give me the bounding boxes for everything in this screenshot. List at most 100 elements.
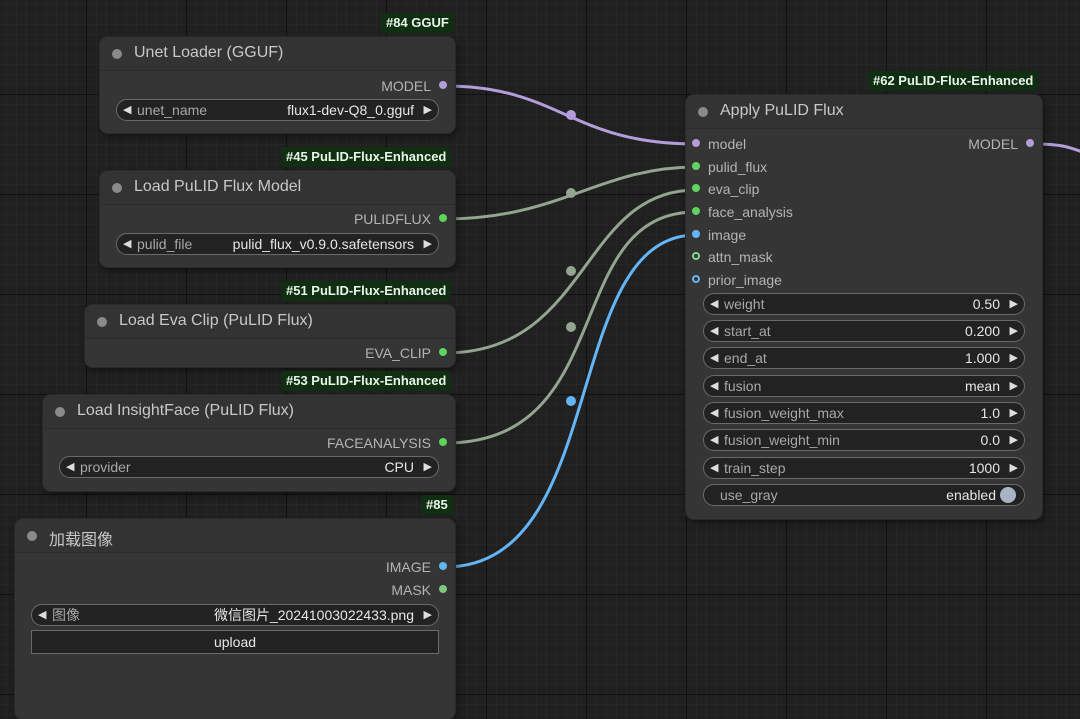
input-image[interactable]: image [692, 225, 746, 245]
node-header[interactable]: 加载图像 [15, 519, 455, 553]
collapse-dot-icon[interactable] [55, 407, 65, 417]
widget-label: 图像 [52, 607, 80, 623]
collapse-dot-icon[interactable] [97, 317, 107, 327]
right-arrow-icon[interactable]: ▶ [424, 457, 432, 477]
right-arrow-icon[interactable]: ▶ [1010, 376, 1018, 396]
node-id-badge: #45 PuLID-Flux-Enhanced [281, 147, 452, 167]
output-pulidflux[interactable]: PULIDFLUX [354, 209, 447, 229]
fusion-weight-max-widget[interactable]: ◀ fusion_weight_max 1.0 ▶ [703, 402, 1025, 424]
collapse-dot-icon[interactable] [112, 183, 122, 193]
output-faceanalysis[interactable]: FACEANALYSIS [327, 433, 447, 453]
right-arrow-icon[interactable]: ▶ [424, 100, 432, 120]
load-insightface-node[interactable]: Load InsightFace (PuLID Flux) FACEANALYS… [43, 395, 455, 491]
unet-loader-node[interactable]: Unet Loader (GGUF) MODEL ◀ unet_name flu… [100, 37, 455, 133]
apply-pulid-flux-node[interactable]: Apply PuLID Flux MODEL model pulid_flux … [686, 95, 1042, 519]
input-model[interactable]: model [692, 134, 746, 154]
provider-combo[interactable]: ◀ provider CPU ▶ [59, 456, 439, 478]
input-attn-mask[interactable]: attn_mask [692, 247, 773, 267]
widget-label: fusion [724, 378, 762, 394]
link-midpoint-image[interactable] [566, 396, 576, 406]
node-header[interactable]: Load PuLID Flux Model [100, 171, 455, 205]
link-midpoint-faceanalysis[interactable] [566, 322, 576, 332]
left-arrow-icon[interactable]: ◀ [38, 605, 46, 625]
right-arrow-icon[interactable]: ▶ [424, 605, 432, 625]
left-arrow-icon[interactable]: ◀ [123, 234, 131, 254]
left-arrow-icon[interactable]: ◀ [710, 321, 718, 341]
left-arrow-icon[interactable]: ◀ [123, 100, 131, 120]
output-model[interactable]: MODEL [381, 76, 447, 96]
left-arrow-icon[interactable]: ◀ [710, 348, 718, 368]
output-label: IMAGE [385, 559, 431, 575]
output-mask[interactable]: MASK [391, 580, 447, 600]
input-socket-icon[interactable] [692, 162, 700, 170]
output-socket-icon[interactable] [439, 81, 447, 89]
output-label: EVA_CLIP [365, 345, 431, 361]
use-gray-toggle[interactable]: use_gray enabled [703, 484, 1025, 506]
right-arrow-icon[interactable]: ▶ [1010, 403, 1018, 423]
load-pulid-flux-model-node[interactable]: Load PuLID Flux Model PULIDFLUX ◀ pulid_… [100, 171, 455, 267]
output-socket-icon[interactable] [439, 348, 447, 356]
fusion-combo[interactable]: ◀ fusion mean ▶ [703, 375, 1025, 397]
end-at-widget[interactable]: ◀ end_at 1.000 ▶ [703, 347, 1025, 369]
collapse-dot-icon[interactable] [112, 49, 122, 59]
widget-label: train_step [724, 460, 786, 476]
input-pulid-flux[interactable]: pulid_flux [692, 157, 767, 177]
collapse-dot-icon[interactable] [698, 107, 708, 117]
right-arrow-icon[interactable]: ▶ [424, 234, 432, 254]
output-socket-icon[interactable] [439, 585, 447, 593]
input-socket-icon[interactable] [692, 275, 700, 283]
output-label: FACEANALYSIS [326, 435, 431, 451]
left-arrow-icon[interactable]: ◀ [710, 376, 718, 396]
node-header[interactable]: Load InsightFace (PuLID Flux) [43, 395, 455, 429]
link-midpoint-pulidflux[interactable] [566, 188, 576, 198]
fusion-weight-min-widget[interactable]: ◀ fusion_weight_min 0.0 ▶ [703, 429, 1025, 451]
right-arrow-icon[interactable]: ▶ [1010, 348, 1018, 368]
right-arrow-icon[interactable]: ▶ [1010, 458, 1018, 478]
node-header[interactable]: Apply PuLID Flux [686, 95, 1042, 129]
left-arrow-icon[interactable]: ◀ [66, 457, 74, 477]
output-socket-icon[interactable] [1026, 139, 1034, 147]
input-socket-icon[interactable] [692, 230, 700, 238]
start-at-widget[interactable]: ◀ start_at 0.200 ▶ [703, 320, 1025, 342]
right-arrow-icon[interactable]: ▶ [1010, 294, 1018, 314]
right-arrow-icon[interactable]: ▶ [1010, 430, 1018, 450]
output-socket-icon[interactable] [439, 562, 447, 570]
widget-value: enabled [946, 487, 996, 503]
output-model[interactable]: MODEL [968, 134, 1034, 154]
widget-value: 微信图片_20241003022433.png [213, 607, 414, 623]
collapse-dot-icon[interactable] [27, 531, 37, 541]
input-socket-icon[interactable] [692, 207, 700, 215]
node-title: Load Eva Clip (PuLID Flux) [119, 312, 313, 329]
load-image-node[interactable]: 加载图像 IMAGE MASK ◀ 图像 微信图片_20241003022433… [15, 519, 455, 719]
image-file-combo[interactable]: ◀ 图像 微信图片_20241003022433.png ▶ [31, 604, 439, 626]
train-step-widget[interactable]: ◀ train_step 1000 ▶ [703, 457, 1025, 479]
input-face-analysis[interactable]: face_analysis [692, 202, 793, 222]
node-header[interactable]: Load Eva Clip (PuLID Flux) [85, 305, 455, 339]
input-socket-icon[interactable] [692, 139, 700, 147]
toggle-knob-icon[interactable] [1000, 487, 1016, 503]
pulid-file-combo[interactable]: ◀ pulid_file pulid_flux_v0.9.0.safetenso… [116, 233, 439, 255]
weight-widget[interactable]: ◀ weight 0.50 ▶ [703, 293, 1025, 315]
link-midpoint-eva-clip[interactable] [566, 266, 576, 276]
input-prior-image[interactable]: prior_image [692, 270, 782, 290]
input-socket-icon[interactable] [692, 184, 700, 192]
load-eva-clip-node[interactable]: Load Eva Clip (PuLID Flux) EVA_CLIP [85, 305, 455, 367]
unet-name-combo[interactable]: ◀ unet_name flux1-dev-Q8_0.gguf ▶ [116, 99, 439, 121]
output-socket-icon[interactable] [439, 438, 447, 446]
output-label: MODEL [381, 78, 431, 94]
output-eva-clip[interactable]: EVA_CLIP [365, 343, 447, 363]
link-midpoint-model[interactable] [566, 110, 576, 120]
left-arrow-icon[interactable]: ◀ [710, 294, 718, 314]
upload-button[interactable]: upload [31, 630, 439, 654]
node-title: Apply PuLID Flux [720, 102, 844, 119]
output-socket-icon[interactable] [439, 214, 447, 222]
left-arrow-icon[interactable]: ◀ [710, 458, 718, 478]
right-arrow-icon[interactable]: ▶ [1010, 321, 1018, 341]
node-header[interactable]: Unet Loader (GGUF) [100, 37, 455, 71]
output-image[interactable]: IMAGE [386, 557, 447, 577]
input-socket-icon[interactable] [692, 252, 700, 260]
widget-value: 1.0 [980, 405, 1000, 421]
left-arrow-icon[interactable]: ◀ [710, 403, 718, 423]
left-arrow-icon[interactable]: ◀ [710, 430, 718, 450]
input-eva-clip[interactable]: eva_clip [692, 179, 759, 199]
